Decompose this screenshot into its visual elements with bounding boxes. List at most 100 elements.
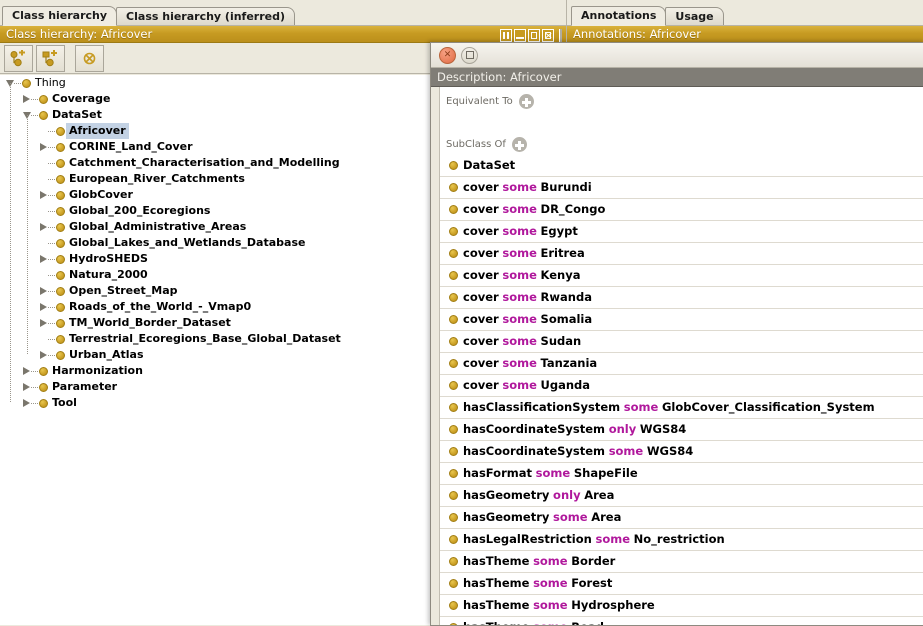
expand-arrow-icon[interactable]	[40, 143, 47, 151]
axiom-node-icon	[449, 271, 458, 280]
expand-arrow-icon[interactable]	[40, 255, 47, 263]
add-subclass-icon[interactable]	[4, 45, 33, 72]
subclass-of-row[interactable]: hasFormat some ShapeFile	[440, 463, 923, 485]
class-node-icon	[56, 127, 65, 136]
axiom-property: cover	[463, 378, 499, 392]
tree-connector	[48, 291, 55, 292]
tree-connector	[48, 195, 55, 196]
subclass-of-row[interactable]: hasGeometry some Area	[440, 507, 923, 529]
tree-connector	[48, 323, 55, 324]
axiom-node-icon	[449, 491, 458, 500]
subclass-of-row[interactable]: hasClassificationSystem some GlobCover_C…	[440, 397, 923, 419]
axiom-filler: Eritrea	[540, 246, 585, 260]
tab-usage[interactable]: Usage	[665, 7, 724, 26]
class-node-icon	[56, 335, 65, 344]
axiom-property: hasTheme	[463, 620, 529, 625]
subclass-of-row[interactable]: cover some Burundi	[440, 177, 923, 199]
expand-arrow-icon[interactable]	[23, 383, 30, 391]
subclass-of-row[interactable]: hasTheme some Road	[440, 617, 923, 625]
axiom-filler: Sudan	[540, 334, 582, 348]
expand-arrow-icon[interactable]	[23, 399, 30, 407]
axiom-node-icon	[449, 447, 458, 456]
axiom-property: hasLegalRestriction	[463, 532, 592, 546]
axiom-quantifier: some	[533, 598, 568, 612]
subclass-of-row[interactable]: cover some DR_Congo	[440, 199, 923, 221]
axiom-node-icon	[449, 601, 458, 610]
subclass-of-row[interactable]: hasTheme some Forest	[440, 573, 923, 595]
axiom-filler: Road	[571, 620, 604, 625]
equivalent-to-label: Equivalent To	[446, 96, 513, 107]
close-icon[interactable]	[542, 29, 554, 42]
subclass-of-row[interactable]: cover some Kenya	[440, 265, 923, 287]
add-subclass-of-button[interactable]	[511, 137, 527, 152]
axiom-property: cover	[463, 334, 499, 348]
add-equivalent-to-button[interactable]	[518, 94, 534, 109]
expand-arrow-icon[interactable]	[23, 95, 30, 103]
axiom-node-icon	[449, 469, 458, 478]
subclass-of-row[interactable]: cover some Rwanda	[440, 287, 923, 309]
subclass-of-row[interactable]: hasLegalRestriction some No_restriction	[440, 529, 923, 551]
maximize-icon[interactable]	[461, 46, 478, 64]
subclass-of-row[interactable]: cover some Uganda	[440, 375, 923, 397]
subclass-of-row[interactable]: cover some Tanzania	[440, 353, 923, 375]
subclass-of-label: SubClass Of	[446, 139, 506, 150]
axiom-quantifier: some	[502, 334, 537, 348]
expand-arrow-icon[interactable]	[40, 287, 47, 295]
axiom-quantifier: only	[553, 488, 581, 502]
subclass-of-row[interactable]: cover some Sudan	[440, 331, 923, 353]
expand-arrow-icon[interactable]	[40, 223, 47, 231]
axiom-node-icon	[449, 161, 458, 170]
tab-class-hierarchy-inferred[interactable]: Class hierarchy (inferred)	[116, 7, 296, 26]
expand-arrow-icon[interactable]	[40, 303, 47, 311]
axiom-quantifier: some	[502, 312, 537, 326]
axiom-node-icon	[449, 579, 458, 588]
axiom-property: hasFormat	[463, 466, 532, 480]
class-node-icon	[39, 383, 48, 392]
tree-connector	[48, 307, 55, 308]
class-node-icon	[56, 303, 65, 312]
class-node-icon	[56, 191, 65, 200]
axiom-property: cover	[463, 224, 499, 238]
class-node-icon	[39, 95, 48, 104]
subclass-of-row[interactable]: hasTheme some Hydrosphere	[440, 595, 923, 617]
subclass-of-row[interactable]: hasGeometry only Area	[440, 485, 923, 507]
tab-class-hierarchy[interactable]: Class hierarchy	[2, 6, 118, 26]
subclass-of-row[interactable]: hasTheme some Border	[440, 551, 923, 573]
description-content: Equivalent To SubClass Of DataSet cover s…	[431, 87, 923, 625]
axiom-property: hasCoordinateSystem	[463, 444, 606, 458]
axiom-property: cover	[463, 312, 499, 326]
subclass-of-row[interactable]: hasCoordinateSystem some WGS84	[440, 441, 923, 463]
axiom-property: hasClassificationSystem	[463, 400, 621, 414]
minimize-icon[interactable]	[514, 29, 526, 42]
axiom-node-icon	[449, 227, 458, 236]
tree-node-label: Tool	[52, 396, 77, 409]
description-window: ✕ Description: Africover Equivalent To S…	[430, 42, 923, 626]
subclass-of-row[interactable]: hasCoordinateSystem only WGS84	[440, 419, 923, 441]
expand-arrow-icon[interactable]	[40, 191, 47, 199]
expand-arrow-icon[interactable]	[40, 351, 47, 359]
axiom-node-icon	[449, 425, 458, 434]
subclass-of-row[interactable]: cover some Egypt	[440, 221, 923, 243]
maximize-icon[interactable]	[528, 29, 540, 42]
axiom-node-icon	[449, 381, 458, 390]
delete-class-icon[interactable]	[75, 45, 104, 72]
close-icon[interactable]: ✕	[439, 46, 456, 64]
class-node-icon	[56, 271, 65, 280]
class-node-icon	[56, 143, 65, 152]
axiom-property: hasGeometry	[463, 488, 550, 502]
add-sibling-class-icon[interactable]	[36, 45, 65, 72]
tab-annotations[interactable]: Annotations	[571, 6, 667, 26]
expand-arrow-icon[interactable]	[23, 367, 30, 375]
subclass-of-row[interactable]: DataSet	[440, 155, 923, 177]
subclass-of-row[interactable]: cover some Eritrea	[440, 243, 923, 265]
class-node-icon	[56, 255, 65, 264]
axiom-node-icon	[449, 315, 458, 324]
tree-connector	[48, 275, 55, 276]
axiom-quantifier: some	[535, 466, 571, 480]
tree-connector	[48, 259, 55, 260]
class-hierarchy-title: Class hierarchy: Africover	[6, 27, 153, 41]
restore-icon[interactable]	[500, 29, 512, 42]
expand-arrow-icon[interactable]	[40, 319, 47, 327]
tree-connector	[48, 355, 55, 356]
subclass-of-row[interactable]: cover some Somalia	[440, 309, 923, 331]
